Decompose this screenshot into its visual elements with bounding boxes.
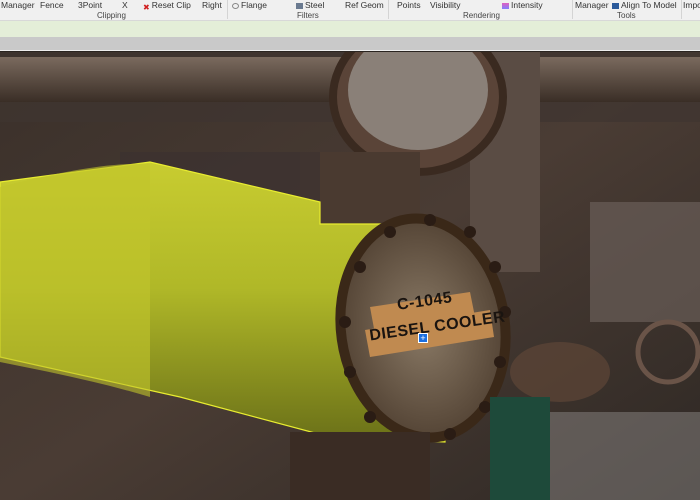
divider (681, 0, 682, 19)
message-bar (0, 21, 700, 37)
ribbon-toolbar: Manager Fence 3Point X ✖ Reset Clip Right… (0, 0, 700, 21)
visibility-button[interactable]: Visibility (430, 0, 461, 10)
reset-clip-icon: ✖ (143, 2, 150, 12)
intensity-label: Intensity (511, 0, 543, 10)
divider (227, 0, 228, 19)
steel-label: Steel (305, 0, 325, 10)
flange-button[interactable]: Flange (232, 0, 267, 10)
tools-manager-button[interactable]: Manager (575, 0, 609, 10)
group-label-clipping: Clipping (97, 11, 126, 20)
import-button[interactable]: Impo (683, 0, 700, 10)
intensity-button[interactable]: Intensity (502, 0, 543, 10)
manager-button[interactable]: Manager (1, 0, 35, 10)
group-label-filters: Filters (297, 11, 319, 20)
green-pipe (490, 397, 550, 500)
point-cloud-scene (0, 52, 700, 500)
divider (388, 0, 389, 19)
group-label-rendering: Rendering (463, 11, 500, 20)
reset-clip-button[interactable]: ✖ Reset Clip (143, 0, 191, 12)
flange-label: Flange (241, 0, 267, 10)
intensity-icon (502, 2, 509, 9)
steel-button[interactable]: Steel (296, 0, 324, 10)
pick-point-marker-icon[interactable]: + (418, 333, 428, 343)
align-to-model-label: Align To Model (621, 0, 677, 10)
right-button[interactable]: Right (202, 0, 222, 10)
ref-geom-button[interactable]: Ref Geom (345, 0, 384, 10)
document-tab-bar (0, 37, 700, 51)
x-clip-button[interactable]: X (122, 0, 128, 10)
group-label-tools: Tools (617, 11, 636, 20)
point-cloud-viewport[interactable]: C-1045 DIESEL COOLER + (0, 52, 700, 500)
align-to-model-button[interactable]: Align To Model (612, 0, 677, 10)
align-icon (612, 2, 619, 9)
fence-button[interactable]: Fence (40, 0, 64, 10)
points-button[interactable]: Points (397, 0, 421, 10)
3point-button[interactable]: 3Point (78, 0, 102, 10)
divider (572, 0, 573, 19)
reset-clip-label: Reset Clip (151, 0, 191, 10)
flange-icon (232, 2, 239, 9)
steel-icon (296, 2, 303, 9)
